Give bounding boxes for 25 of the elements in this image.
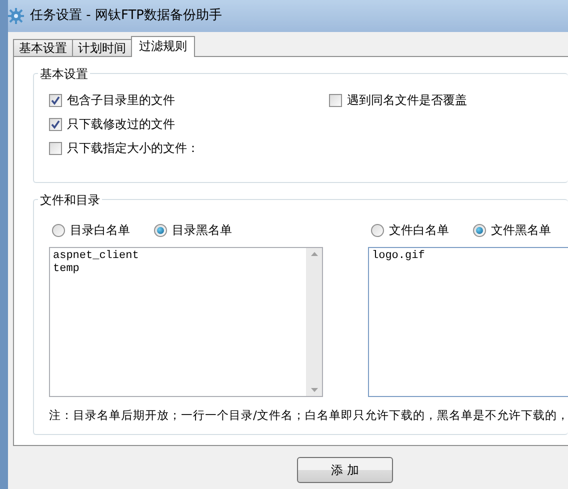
tab[interactable]: 基本设置 [13, 39, 73, 57]
radio-button[interactable] [473, 224, 486, 236]
checkbox-label[interactable]: 遇到同名文件是否覆盖 [347, 91, 467, 109]
radio-button[interactable] [52, 224, 65, 236]
radio-label[interactable]: 目录白名单 [70, 221, 130, 239]
note-text: 注：目录名单后期开放；一行一个目录/文件名；白名单即只允许下载的，黑名单是不允许下载的， [49, 407, 568, 424]
checkbox[interactable] [329, 94, 342, 106]
radio-label[interactable]: 文件黑名单 [491, 221, 551, 239]
checkbox-label[interactable]: 只下载指定大小的文件： [67, 139, 199, 157]
app-icon [8, 8, 24, 24]
checkbox[interactable] [49, 118, 62, 130]
group-title: 文件和目录 [38, 191, 102, 209]
checkbox-label[interactable]: 包含子目录里的文件 [67, 91, 175, 109]
radio-label[interactable]: 目录黑名单 [172, 221, 232, 239]
window-title: 任务设置 - 网钛FTP数据备份助手 [30, 7, 222, 26]
list-field[interactable]: logo.gif [368, 247, 568, 397]
checkbox-label[interactable]: 只下载修改过的文件 [67, 115, 175, 133]
checkbox[interactable] [49, 142, 62, 154]
radio-button[interactable] [154, 224, 167, 236]
radio-label[interactable]: 文件白名单 [389, 221, 449, 239]
tab[interactable]: 计划时间 [72, 39, 132, 57]
add-button[interactable]: 添 加 [297, 457, 393, 483]
checkbox[interactable] [49, 94, 62, 106]
radio-button[interactable] [371, 224, 384, 236]
tab[interactable]: 过滤规则 [131, 36, 195, 57]
